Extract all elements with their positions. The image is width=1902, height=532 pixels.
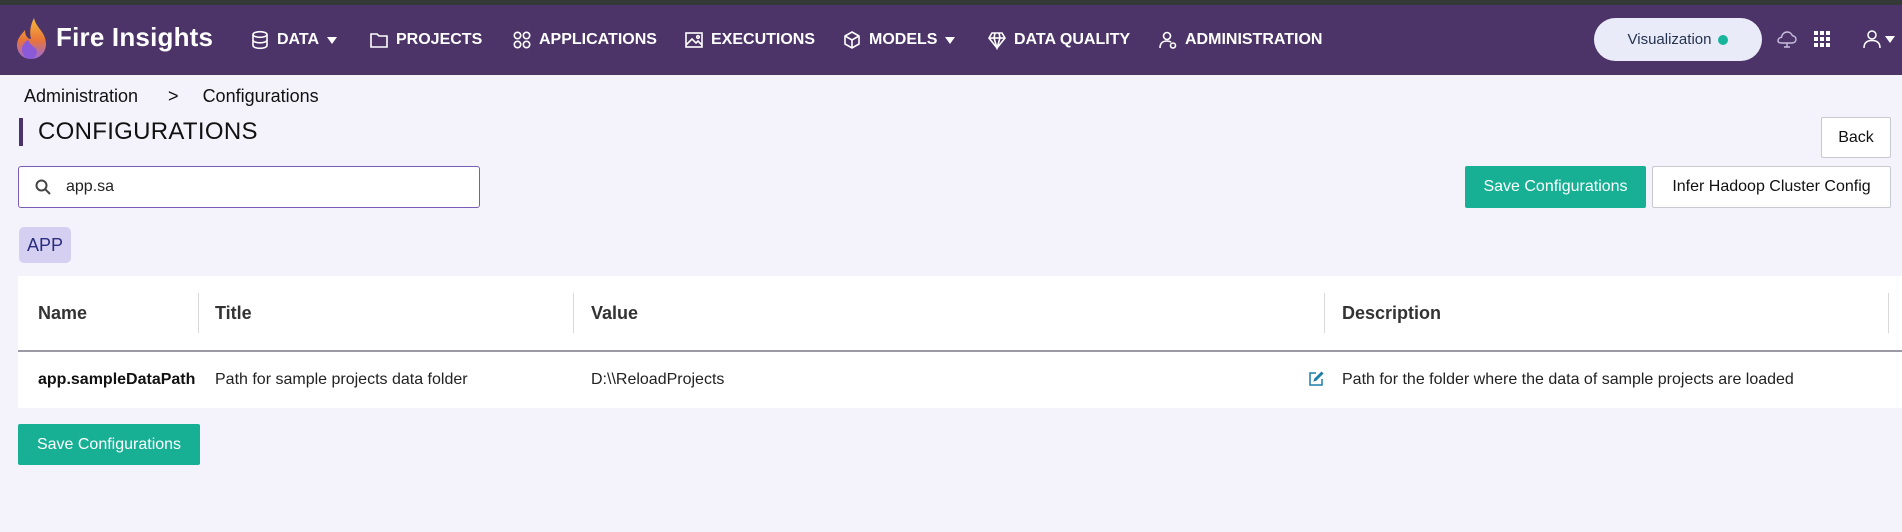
column-header-name[interactable]: Name [38, 276, 87, 350]
visualization-label: Visualization [1627, 31, 1712, 48]
grid-apps-icon[interactable] [1808, 25, 1836, 53]
nav-item-executions[interactable]: EXECUTIONS [684, 5, 815, 75]
page-title: CONFIGURATIONS [38, 118, 258, 145]
search-icon [35, 179, 51, 195]
title-accent-bar [19, 118, 23, 146]
nav-label: APPLICATIONS [539, 31, 657, 48]
category-chip-app[interactable]: APP [19, 227, 71, 263]
breadcrumb-parent[interactable]: Administration [24, 86, 138, 107]
app-name: Fire Insights [56, 22, 214, 52]
save-configurations-bottom-button[interactable]: Save Configurations [18, 424, 200, 465]
back-button[interactable]: Back [1821, 117, 1891, 158]
caret-down-icon [945, 36, 956, 44]
column-divider[interactable] [1888, 293, 1889, 333]
caret-down-icon [327, 36, 338, 44]
folder-icon [370, 33, 388, 48]
user-icon [1863, 30, 1881, 49]
column-divider[interactable] [198, 293, 199, 333]
infer-hadoop-cluster-config-button[interactable]: Infer Hadoop Cluster Config [1652, 166, 1891, 208]
nav-item-administration[interactable]: ADMINISTRATION [1158, 5, 1322, 75]
image-icon [685, 32, 703, 48]
cell-name: app.sampleDataPath [38, 371, 196, 388]
nav-label: DATA [277, 31, 320, 48]
column-divider[interactable] [573, 293, 574, 333]
save-configurations-top-button[interactable]: Save Configurations [1465, 166, 1646, 208]
cell-description: Path for the folder where the data of sa… [1342, 371, 1794, 388]
breadcrumb-separator: > [168, 86, 179, 106]
database-icon [252, 30, 268, 50]
search-input[interactable] [66, 178, 446, 196]
caret-down-icon [1885, 35, 1895, 43]
nav-label: PROJECTS [396, 31, 483, 48]
nav-item-models[interactable]: MODELS [842, 5, 956, 75]
user-gear-icon [1159, 31, 1177, 49]
nav-item-data-quality[interactable]: DATA QUALITY [987, 5, 1130, 75]
cell-title: Path for sample projects data folder [215, 371, 468, 388]
cube-icon [844, 31, 860, 49]
app-logo[interactable]: Fire Insights [14, 15, 213, 60]
user-menu[interactable] [1858, 25, 1898, 53]
nav-item-applications[interactable]: APPLICATIONS [512, 5, 657, 75]
diamond-icon [988, 32, 1006, 50]
apps-icon [513, 31, 531, 49]
cell-value: D:\\ReloadProjects [591, 371, 725, 388]
visualization-button[interactable]: Visualization [1594, 18, 1762, 61]
column-header-title[interactable]: Title [215, 276, 252, 350]
nav-item-projects[interactable]: PROJECTS [369, 5, 482, 75]
configurations-table: Name Title Value Description app.sampleD… [18, 276, 1902, 408]
status-dot [1718, 34, 1729, 45]
edit-icon[interactable] [1307, 370, 1325, 388]
nav-label: DATA QUALITY [1014, 31, 1131, 48]
breadcrumb: Administration > Configurations [24, 86, 319, 107]
flame-logo-icon [17, 17, 46, 59]
column-header-description[interactable]: Description [1342, 276, 1441, 350]
nav-item-data[interactable]: DATA [250, 5, 338, 75]
column-header-value[interactable]: Value [591, 276, 638, 350]
nav-label: MODELS [869, 31, 938, 48]
breadcrumb-current: Configurations [202, 86, 319, 106]
column-divider[interactable] [1324, 293, 1325, 333]
nav-label: EXECUTIONS [711, 31, 816, 48]
cloud-icon[interactable] [1773, 25, 1801, 53]
nav-label: ADMINISTRATION [1185, 31, 1323, 48]
search-field[interactable] [18, 166, 480, 208]
